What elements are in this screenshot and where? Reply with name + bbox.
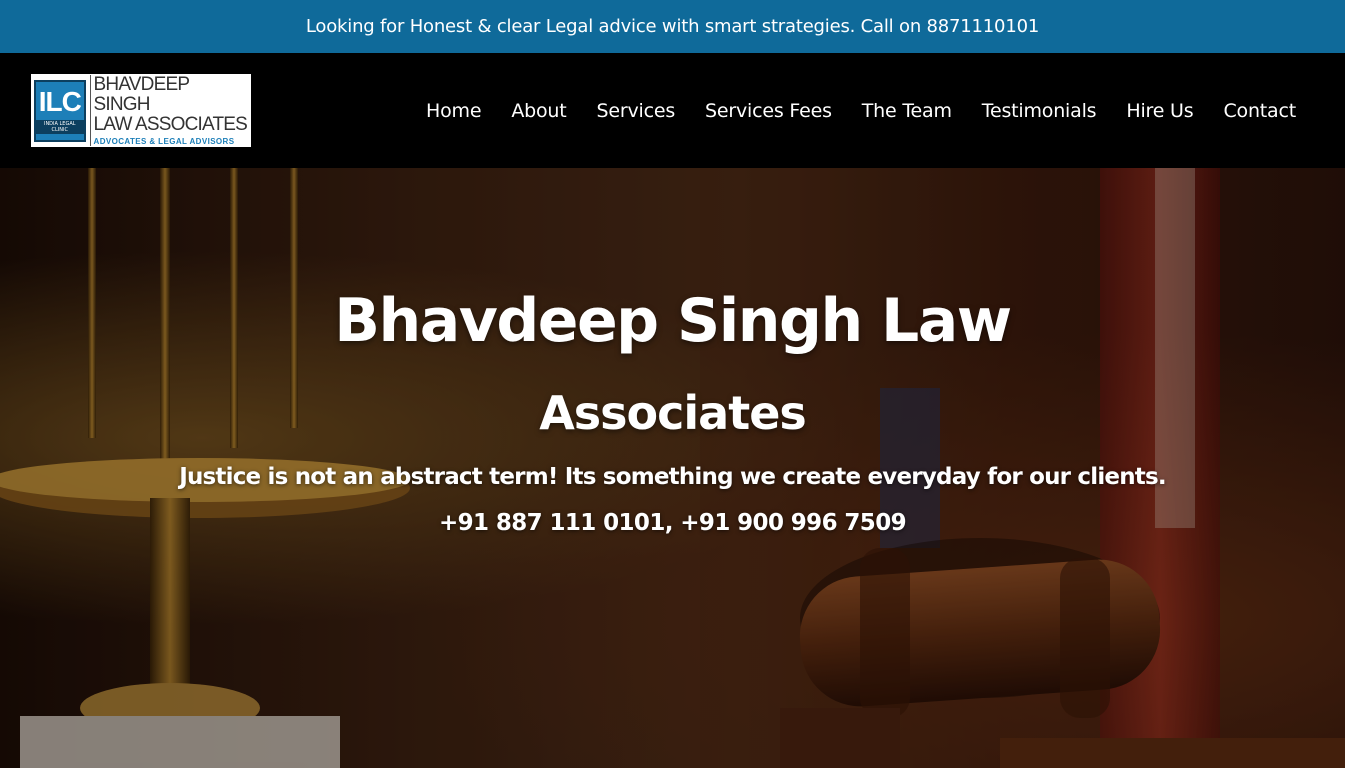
hero-phone-numbers[interactable]: +91 887 111 0101, +91 900 996 7509 (0, 510, 1345, 536)
site-header: ILC INDIA LEGAL CLINIC BHAVDEEP SINGH LA… (0, 53, 1345, 168)
hero-subtitle: Associates (539, 386, 807, 440)
logo-mark: ILC INDIA LEGAL CLINIC (34, 79, 86, 142)
logo-line-1: BHAVDEEP SINGH (93, 74, 190, 115)
nav-testimonials[interactable]: Testimonials (982, 100, 1097, 122)
announcement-text: Looking for Honest & clear Legal advice … (305, 16, 1040, 37)
nav-about[interactable]: About (511, 100, 566, 122)
hero-tagline: Justice is not an abstract term! Its som… (179, 464, 1166, 490)
logo-line-2: LAW ASSOCIATES (93, 114, 248, 135)
hero-banner: Bhavdeep Singh Law Associates Justice is… (0, 168, 1345, 768)
nav-services-fees[interactable]: Services Fees (705, 100, 832, 122)
nav-the-team[interactable]: The Team (862, 100, 952, 122)
announcement-bar: Looking for Honest & clear Legal advice … (0, 0, 1345, 53)
logo-line-3: ADVOCATES & LEGAL ADVISORS (93, 137, 235, 146)
nav-contact[interactable]: Contact (1223, 100, 1296, 122)
site-logo[interactable]: ILC INDIA LEGAL CLINIC BHAVDEEP SINGH LA… (31, 74, 251, 147)
nav-hire-us[interactable]: Hire Us (1126, 100, 1193, 122)
hero-title: Bhavdeep Singh Law (334, 286, 1012, 356)
logo-wordmark: BHAVDEEP SINGH LAW ASSOCIATES ADVOCATES … (89, 74, 248, 146)
nav-home[interactable]: Home (426, 100, 482, 122)
logo-mark-subtext: INDIA LEGAL CLINIC (36, 119, 84, 134)
main-navigation: Home About Services Services Fees The Te… (426, 53, 1296, 168)
logo-mark-text: ILC (38, 85, 82, 117)
nav-services[interactable]: Services (597, 100, 676, 122)
